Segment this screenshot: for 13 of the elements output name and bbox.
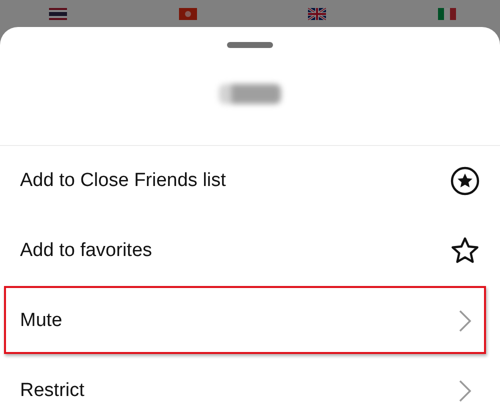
menu-item-label[interactable]: Add to Close Friends list bbox=[20, 170, 226, 192]
chevron-right-icon bbox=[458, 309, 472, 333]
flag-icon bbox=[178, 8, 197, 20]
flag-icon bbox=[308, 8, 326, 20]
star-circle-icon bbox=[450, 166, 480, 196]
drag-handle[interactable] bbox=[227, 42, 273, 48]
menu-item-label[interactable]: Mute bbox=[20, 310, 62, 332]
flag-icon bbox=[49, 8, 67, 20]
menu-item-label[interactable]: Restrict bbox=[20, 380, 84, 402]
chevron-right-icon bbox=[458, 379, 472, 402]
flag-icon bbox=[438, 8, 456, 20]
menu-item-label[interactable]: Add to favorites bbox=[20, 240, 152, 262]
star-icon bbox=[450, 236, 480, 266]
